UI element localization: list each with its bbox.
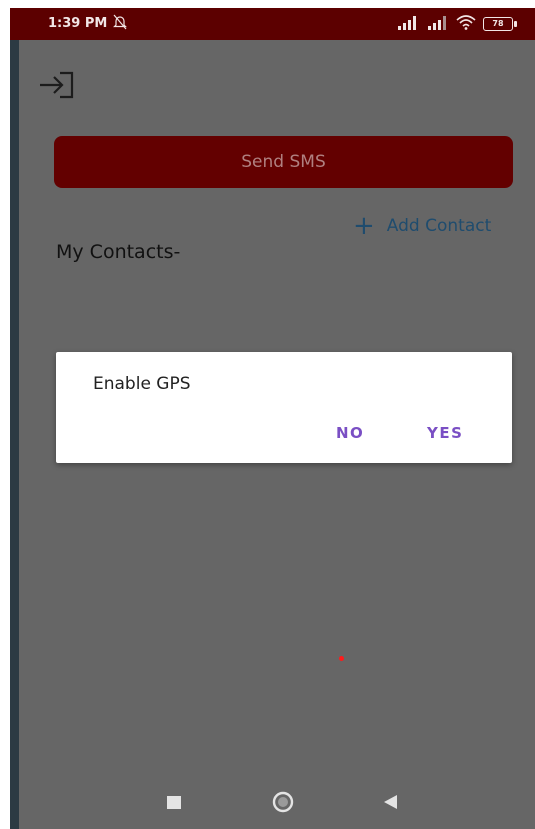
status-bar: 1:39 PM 78 [10, 8, 535, 40]
recents-icon[interactable] [167, 796, 181, 809]
logout-icon[interactable] [38, 68, 78, 102]
signal-icon [398, 16, 420, 34]
home-icon[interactable] [272, 791, 294, 813]
contacts-heading: My Contacts- [56, 241, 181, 263]
add-contact-button[interactable]: + Add Contact [353, 211, 492, 241]
yes-button[interactable]: YES [427, 424, 463, 442]
plus-icon: + [353, 211, 375, 241]
back-icon[interactable] [384, 795, 397, 809]
navigation-bar [10, 778, 535, 826]
frame-margin [0, 0, 10, 829]
touch-indicator-dot [339, 656, 344, 661]
no-button[interactable]: NO [336, 424, 364, 442]
status-time: 1:39 PM [48, 16, 108, 31]
wifi-icon [456, 14, 476, 34]
gps-dialog: Enable GPS NO YES [56, 352, 512, 463]
add-contact-label: Add Contact [386, 216, 492, 236]
side-edge-strip [10, 8, 19, 829]
battery-icon: 78 [483, 17, 517, 31]
send-sms-button[interactable]: Send SMS [54, 136, 513, 188]
dialog-message: Enable GPS [93, 374, 191, 394]
signal-icon [428, 16, 450, 34]
phone-screen: 1:39 PM 78 Send SMS + Add Contact My Con… [10, 8, 535, 829]
bell-off-icon [113, 14, 127, 34]
